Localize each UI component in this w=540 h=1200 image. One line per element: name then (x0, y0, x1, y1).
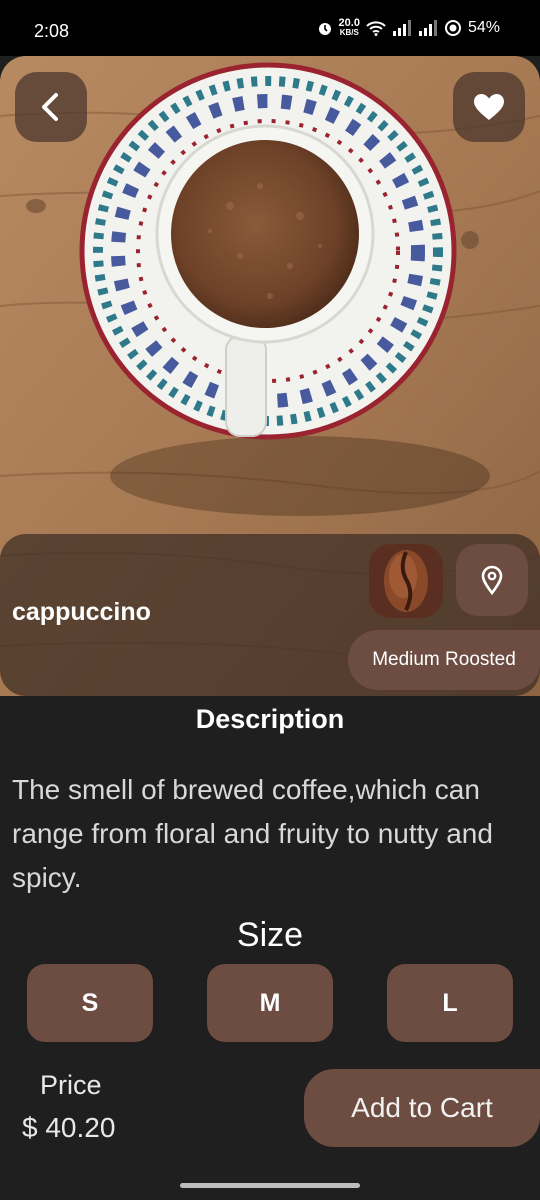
net-speed: 20.0 KB/S (338, 17, 360, 38)
price-label: Price (40, 1070, 102, 1100)
signal-icon (418, 20, 437, 36)
battery-percent: 54% (467, 19, 500, 36)
back-button[interactable] (15, 72, 87, 142)
product-hero: cappuccino Medium Roosted (0, 56, 540, 696)
favorite-button[interactable] (453, 72, 525, 142)
size-l-label: L (442, 988, 458, 1017)
status-icons: 20.0 KB/S 54% (317, 17, 500, 38)
size-s-button[interactable]: S (27, 964, 153, 1042)
home-indicator[interactable] (180, 1183, 360, 1188)
location-pin-icon (481, 565, 503, 595)
product-name: cappuccino (12, 598, 151, 626)
size-l-button[interactable]: L (387, 964, 513, 1042)
product-info-panel: cappuccino Medium Roosted (0, 534, 540, 696)
signal-icon (392, 20, 411, 36)
add-to-cart-button[interactable]: Add to Cart (304, 1069, 540, 1147)
wifi-icon (366, 21, 386, 36)
battery-saver-icon (444, 20, 461, 36)
roast-label: Medium Roosted (372, 649, 516, 670)
roast-badge: Medium Roosted (348, 630, 540, 690)
size-m-button[interactable]: M (207, 964, 333, 1042)
description-text: The smell of brewed coffee,which can ran… (12, 774, 493, 893)
coffee-bean-icon (384, 550, 428, 612)
size-m-label: M (259, 988, 281, 1017)
price-value: $ 40.20 (22, 1112, 116, 1143)
status-bar: 2:08 20.0 KB/S 54% (0, 0, 540, 56)
bean-type-tile[interactable] (369, 544, 443, 618)
location-button[interactable] (456, 544, 528, 616)
heart-icon (474, 94, 504, 120)
description-title: Description (195, 704, 345, 734)
size-title: Size (236, 916, 304, 954)
chevron-left-icon (42, 93, 58, 121)
add-to-cart-label: Add to Cart (351, 1092, 493, 1123)
alarm-icon (318, 23, 331, 35)
size-s-label: S (81, 988, 99, 1017)
status-time: 2:08 (34, 21, 70, 41)
